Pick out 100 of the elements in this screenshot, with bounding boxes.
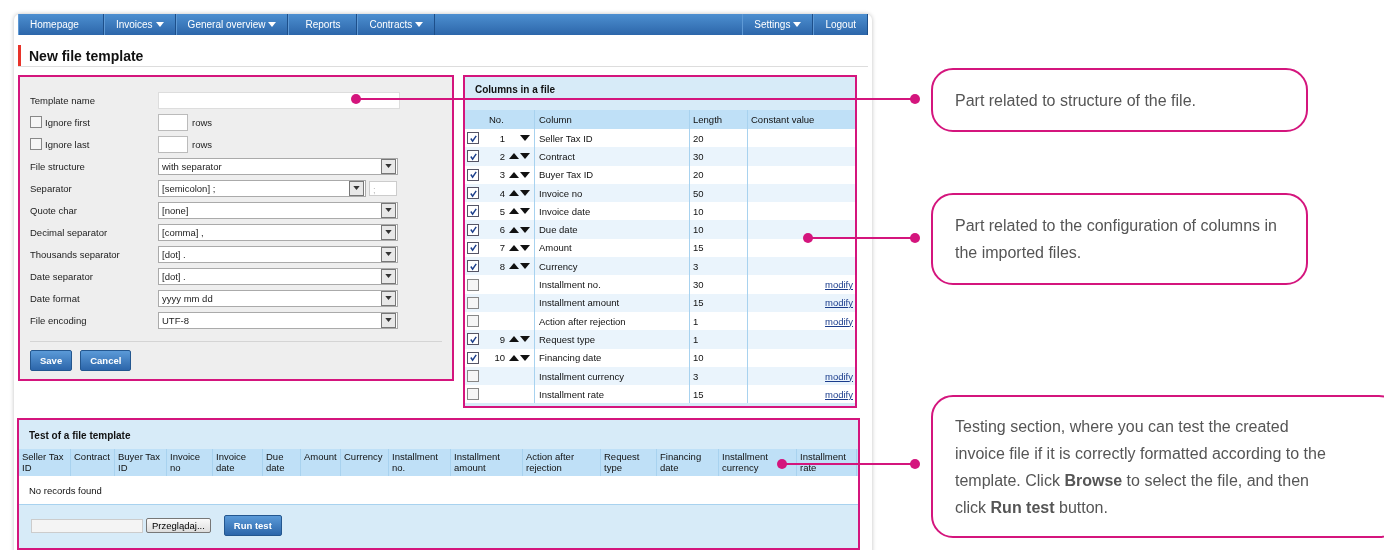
row-number: 8 (498, 260, 505, 272)
checkbox[interactable] (30, 116, 42, 128)
dropdown[interactable]: [dot] . (158, 245, 398, 263)
table-row[interactable]: Installment no. 30 modify (465, 275, 855, 294)
table-cell: 15 (690, 385, 748, 404)
checkbox[interactable] (467, 296, 479, 309)
up-arrow-icon[interactable] (509, 244, 519, 251)
up-arrow-icon[interactable] (509, 263, 519, 270)
panel-title: Columns in a file (475, 84, 555, 95)
checkbox[interactable] (467, 205, 479, 218)
checkbox[interactable] (467, 132, 479, 145)
checkbox[interactable] (467, 187, 479, 200)
file-field[interactable] (31, 518, 143, 533)
up-arrow-icon[interactable] (509, 190, 519, 197)
modify-link[interactable]: modify (825, 388, 853, 400)
nav-item[interactable]: Invoices (103, 14, 176, 35)
down-arrow-icon[interactable] (520, 244, 530, 251)
page-title: New file template (29, 47, 144, 64)
down-arrow-icon[interactable] (520, 208, 530, 215)
table-row[interactable]: 1 Seller Tax ID 20 (465, 129, 855, 148)
checkbox[interactable] (467, 241, 479, 254)
down-arrow-icon[interactable] (520, 354, 530, 361)
callout: Part related to the configuration of columns in the imported files. (931, 193, 1308, 285)
dropdown[interactable]: yyyy mm dd (158, 289, 398, 307)
table-row[interactable]: 8 Currency 3 (465, 257, 855, 276)
checkbox[interactable] (467, 351, 479, 364)
dropdown[interactable]: [dot] . (158, 267, 398, 285)
caret-icon (385, 208, 392, 212)
checkbox[interactable] (30, 138, 42, 150)
checkbox[interactable] (467, 260, 479, 273)
up-arrow-icon[interactable] (509, 171, 519, 178)
field-label: Date separator (30, 270, 93, 282)
up-arrow-icon[interactable] (509, 336, 519, 343)
dropdown[interactable]: [semicolon] ; (158, 179, 366, 197)
checkbox[interactable] (467, 150, 479, 163)
dropdown[interactable]: with separator (158, 157, 398, 175)
checkbox[interactable] (467, 168, 479, 181)
row-number: 1 (498, 132, 505, 144)
callout: Testing section, where you can test the created invoice file if it is correctly formatted according to the template. Click Browse to select the file, and then click Run test button. (931, 395, 1384, 538)
nav-item[interactable]: Settings (742, 14, 814, 35)
up-arrow-icon[interactable] (509, 153, 519, 160)
dropdown[interactable]: [none] (158, 201, 398, 219)
caret-icon (385, 274, 392, 278)
nav-item[interactable]: General overview (175, 14, 289, 35)
table-row[interactable]: 9 Request type 1 (465, 330, 855, 349)
nav-item[interactable]: Contracts (357, 14, 436, 35)
table-cell: Financing date (535, 348, 690, 367)
modify-link[interactable]: modify (825, 279, 853, 290)
checkbox[interactable] (467, 370, 479, 382)
table-cell: 20 (690, 165, 748, 184)
input-field[interactable] (158, 91, 400, 109)
field-label: Ignore last (45, 138, 90, 150)
table-row[interactable]: Installment rate 15 modify (465, 385, 855, 404)
callout: Part related to structure of the file. (931, 68, 1308, 132)
checkbox[interactable] (467, 333, 479, 346)
up-arrow-icon[interactable] (509, 226, 519, 233)
down-arrow-icon[interactable] (520, 226, 530, 233)
input-field[interactable] (158, 113, 188, 131)
down-arrow-icon[interactable] (520, 153, 530, 160)
down-arrow-icon[interactable] (520, 263, 530, 270)
dropdown[interactable]: [comma] , (158, 223, 398, 241)
down-arrow-icon[interactable] (520, 135, 530, 142)
browse-button[interactable]: Przeglądaj... (146, 518, 211, 533)
table-row[interactable]: 5 Invoice date 10 (465, 202, 855, 221)
down-arrow-icon[interactable] (520, 190, 530, 197)
dropdown[interactable]: UTF-8 (158, 311, 398, 329)
up-arrow-icon[interactable] (509, 208, 519, 215)
up-arrow-icon[interactable] (509, 354, 519, 361)
empty-message: No records found (29, 484, 102, 496)
checkbox[interactable] (467, 223, 479, 236)
row-number: 5 (498, 205, 505, 217)
unit-label: rows (192, 116, 213, 128)
down-arrow-icon[interactable] (520, 336, 530, 343)
nav-item[interactable]: Logout (813, 14, 868, 35)
modify-link[interactable]: modify (825, 370, 853, 382)
table-cell: Installment amount (535, 293, 690, 312)
table-cell: Request type (535, 330, 690, 349)
unit-label: rows (192, 138, 213, 150)
nav-item[interactable]: Homepage (18, 14, 104, 35)
field-label: Template name (30, 94, 95, 106)
caret-icon (385, 318, 392, 322)
nav-item[interactable]: Reports (288, 14, 358, 35)
input-field[interactable] (158, 135, 188, 153)
down-arrow-icon[interactable] (520, 171, 530, 178)
table-row[interactable]: 2 Contract 30 (465, 147, 855, 166)
modify-link[interactable]: modify (825, 297, 853, 309)
row-number: 9 (498, 333, 505, 345)
checkbox[interactable] (467, 388, 479, 401)
checkbox[interactable] (467, 278, 479, 291)
field-label: Thousands separator (30, 248, 120, 260)
table-row[interactable]: 6 Due date 10 (465, 220, 855, 239)
checkbox[interactable] (467, 315, 479, 328)
table-cell: Installment rate (535, 385, 690, 404)
run-test-button[interactable]: Run test (223, 515, 282, 536)
field-label: Date format (30, 292, 80, 304)
table-cell: 1 (690, 330, 748, 349)
modify-link[interactable]: modify (825, 315, 853, 327)
form-button[interactable]: Cancel (80, 350, 132, 371)
table-cell: 30 (690, 275, 748, 294)
form-button[interactable]: Save (30, 350, 73, 371)
